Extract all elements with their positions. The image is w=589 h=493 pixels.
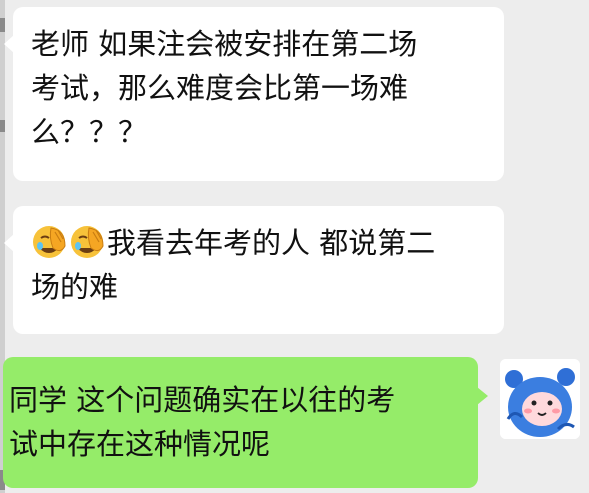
facepalm-emoji-icon xyxy=(71,226,104,258)
message-text-line: 老师 如果注会被安排在第二场 xyxy=(31,27,418,61)
bubble-tail xyxy=(4,234,14,252)
facepalm-emoji-icon xyxy=(33,226,66,258)
message-text-line: 考试，那么难度会比第一场难 xyxy=(31,71,409,105)
bubble-tail xyxy=(477,387,488,405)
message-bubble-incoming[interactable]: 我看去年考的人 都说第二 场的难 xyxy=(4,206,504,334)
message-bubble-incoming[interactable]: 老师 如果注会被安排在第二场 考试，那么难度会比第一场难 么？？？ xyxy=(4,7,504,181)
blue-bear-avatar-icon xyxy=(500,359,580,439)
message-text-line: 场的难 xyxy=(31,270,119,304)
message-text-line: 同学 这个问题确实在以往的考 xyxy=(9,383,396,417)
user-avatar[interactable] xyxy=(500,359,580,439)
message-text-line: 试中存在这种情况呢 xyxy=(9,427,271,461)
bubble-tail xyxy=(4,35,14,53)
message-text-line: 我看去年考的人 都说第二 xyxy=(107,226,436,260)
message-bubble-outgoing[interactable]: 同学 这个问题确实在以往的考 试中存在这种情况呢 xyxy=(3,357,488,488)
message-text-line: 么？？？ xyxy=(31,115,148,149)
